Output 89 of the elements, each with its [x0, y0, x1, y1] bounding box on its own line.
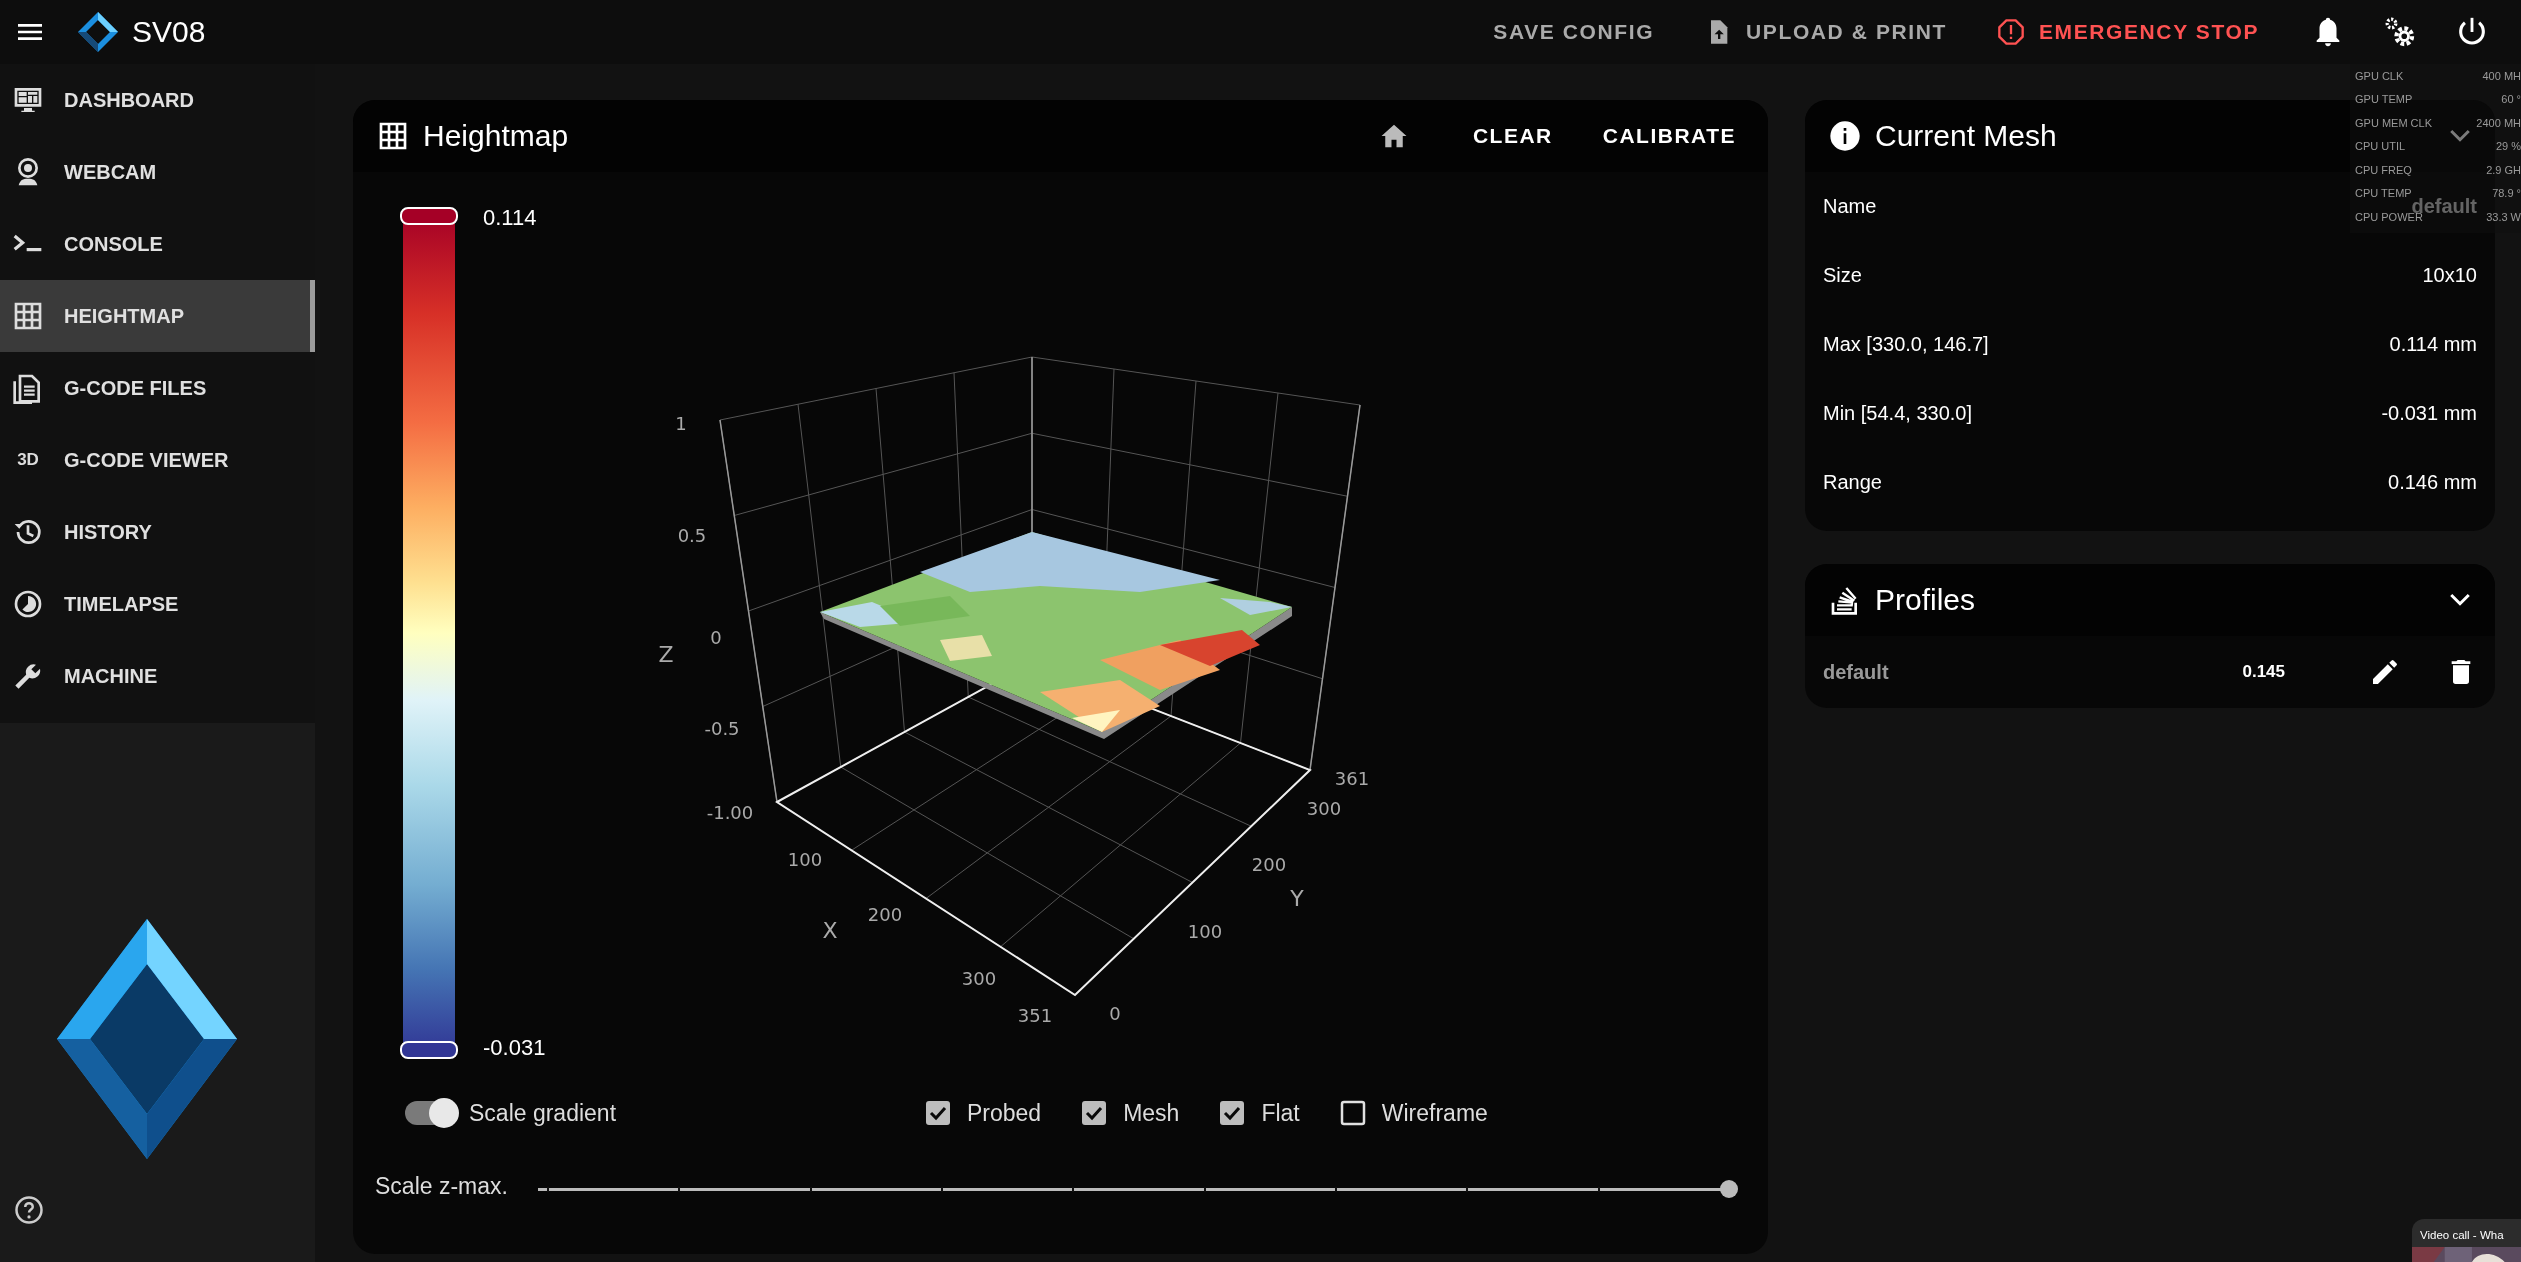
- tick-label: 200: [1251, 854, 1287, 875]
- mesh-field-label: Size: [1823, 264, 1862, 287]
- tick-label: 200: [867, 904, 903, 925]
- tick-label: -0.5: [704, 718, 740, 739]
- checkbox[interactable]: [1219, 1100, 1246, 1126]
- logo-icon: [57, 919, 237, 1159]
- stat-label: GPU TEMP: [2355, 93, 2413, 106]
- checkbox-label: Wireframe: [1381, 1099, 1488, 1127]
- tick-label: 0: [710, 627, 722, 648]
- toolbar-button[interactable]: SAVE CONFIG: [1479, 12, 1669, 52]
- profile-range: 0.145: [2242, 662, 2285, 682]
- card-action-button[interactable]: CLEAR: [1462, 116, 1563, 156]
- scale-min-handle[interactable]: [400, 1041, 458, 1059]
- stat-value: 29 %: [2495, 140, 2521, 153]
- tick-label: 300: [1306, 798, 1342, 819]
- scale-max-handle[interactable]: [400, 207, 458, 225]
- slider-thumb[interactable]: [1720, 1179, 1738, 1198]
- stat-value: 2400 MH: [2476, 116, 2521, 129]
- timelapse-icon: [12, 588, 44, 620]
- tick-label: 351: [1017, 1005, 1053, 1026]
- tick-label: 0: [1109, 1003, 1121, 1024]
- info-icon: [1829, 120, 1861, 152]
- sidebar-item[interactable]: HISTORY: [0, 496, 315, 568]
- toggle-switch[interactable]: [405, 1101, 457, 1125]
- tick-label: 300: [961, 968, 997, 989]
- slider-track[interactable]: [537, 1179, 1738, 1198]
- tick-label: 1: [675, 413, 687, 434]
- sidebar-item[interactable]: WEBCAM: [0, 136, 315, 208]
- card-action-button[interactable]: CALIBRATE: [1592, 116, 1746, 156]
- settings-icon[interactable]: [2383, 15, 2417, 49]
- mesh-field-label: Min [54.4, 330.0]: [1823, 402, 1972, 425]
- axis-title: X: [822, 918, 838, 943]
- grid-icon: [377, 120, 409, 152]
- stat-value: 400 MH: [2482, 69, 2521, 82]
- video-call-window[interactable]: Video call - Wha: [2412, 1219, 2521, 1262]
- toolbar-button[interactable]: UPLOAD & PRINT: [1690, 10, 1961, 54]
- mesh-field-value: 0.146 mm: [2388, 471, 2477, 494]
- tick-label: 361: [1334, 768, 1370, 789]
- mesh-field-value: 10x10: [2422, 264, 2477, 287]
- logo-icon: [78, 12, 118, 52]
- profile-name[interactable]: default: [1823, 660, 1889, 684]
- slider-label: Scale z-max.: [375, 1173, 508, 1200]
- alert-octagon-icon: [1997, 18, 2025, 46]
- stat-value: 2.9 GH: [2486, 163, 2521, 176]
- toolbar-button[interactable]: EMERGENCY STOP: [1983, 10, 2273, 54]
- card-title: Heightmap: [423, 119, 569, 153]
- stat-label: CPU TEMP: [2355, 187, 2412, 200]
- scale-max-label: 0.114: [483, 205, 538, 231]
- tick-label: -1.00: [706, 802, 754, 823]
- mesh-field-label: Name: [1823, 195, 1877, 218]
- checkbox-label: Flat: [1261, 1099, 1300, 1127]
- sidebar-item[interactable]: G-CODE FILES: [0, 352, 315, 424]
- sidebar-item[interactable]: DASHBOARD: [0, 64, 315, 136]
- tick-label: 100: [1187, 921, 1223, 942]
- stat-value: 60 °: [2501, 93, 2521, 106]
- help-icon[interactable]: [14, 1195, 44, 1225]
- checkbox-label: Probed: [967, 1099, 1042, 1127]
- app-title: SV08: [132, 15, 206, 49]
- heightmap-surface-drawing[interactable]: [820, 532, 1292, 739]
- grid-icon: [12, 300, 44, 332]
- stat-label: GPU CLK: [2355, 69, 2404, 82]
- checkbox[interactable]: [1339, 1100, 1366, 1126]
- stat-value: 78.9 °: [2492, 187, 2521, 200]
- mesh-field-label: Max [330.0, 146.7]: [1823, 333, 1989, 356]
- toggle-label: Scale gradient: [469, 1099, 617, 1127]
- sidebar-item[interactable]: HEIGHTMAP: [0, 280, 315, 352]
- sidebar-item[interactable]: 3D G-CODE VIEWER: [0, 424, 315, 496]
- sidebar-item[interactable]: CONSOLE: [0, 208, 315, 280]
- mesh-field-value: -0.031 mm: [2381, 402, 2477, 425]
- axis-title: Y: [1290, 886, 1304, 911]
- stat-label: GPU MEM CLK: [2355, 116, 2432, 129]
- stat-label: CPU UTIL: [2355, 140, 2406, 153]
- tick-label: 100: [787, 849, 823, 870]
- stat-value: 33.3 W: [2486, 210, 2521, 223]
- tick-label: 0.5: [677, 525, 707, 546]
- window-title: Video call - Wha: [2419, 1228, 2505, 1243]
- icon-label: 3D: [16, 450, 40, 470]
- scale-min-label: -0.031: [483, 1035, 546, 1061]
- sidebar-item[interactable]: MACHINE: [0, 640, 315, 712]
- checkbox-label: Mesh: [1123, 1099, 1180, 1127]
- checkbox[interactable]: [925, 1100, 951, 1126]
- checkbox[interactable]: [1081, 1100, 1108, 1126]
- card-title: Profiles: [1875, 583, 1976, 617]
- mesh-field-label: Range: [1823, 471, 1882, 494]
- card-title: Current Mesh: [1875, 119, 2057, 153]
- sidebar-item[interactable]: TIMELAPSE: [0, 568, 315, 640]
- mesh-field-value: 0.114 mm: [2389, 333, 2477, 356]
- axis-title: Z: [658, 642, 674, 667]
- stat-label: CPU FREQ: [2355, 163, 2412, 176]
